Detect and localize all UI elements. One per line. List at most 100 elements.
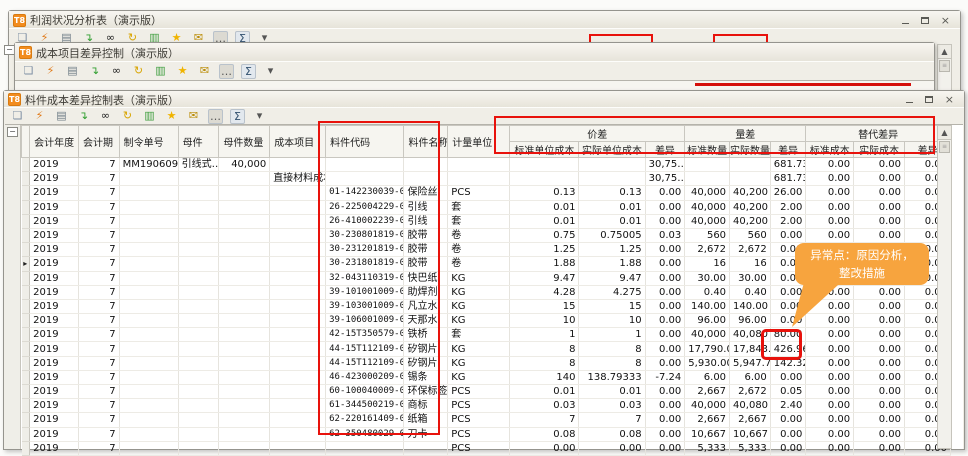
- sub-header-act-unit-cost[interactable]: 实际单位成本: [579, 142, 645, 158]
- cell-cost-item[interactable]: [270, 413, 326, 427]
- cell-act-cost[interactable]: 0.00: [854, 427, 905, 441]
- cell-material-name[interactable]: [404, 158, 448, 172]
- cell-qty-diff[interactable]: 0.05: [770, 385, 806, 399]
- cell-parent-qty[interactable]: [219, 413, 270, 427]
- cell-material-name[interactable]: 引线: [404, 214, 448, 228]
- cell-act-unit-cost[interactable]: 1: [579, 328, 645, 342]
- cell-price-diff[interactable]: 0.00: [645, 214, 685, 228]
- cell-std-cost[interactable]: 0.00: [806, 228, 854, 242]
- cell-cost-item[interactable]: [270, 285, 326, 299]
- cell-material-code[interactable]: 60-100040009-00A1: [326, 385, 404, 399]
- cell-act-qty[interactable]: 96.00: [730, 314, 771, 328]
- cell-parent-item[interactable]: [178, 243, 219, 257]
- cell-fiscal-year[interactable]: 2019: [30, 427, 79, 441]
- cell-act-unit-cost[interactable]: 0.00: [579, 441, 645, 455]
- cell-order-no[interactable]: [119, 285, 178, 299]
- cell-unit[interactable]: KG: [448, 356, 510, 370]
- copy-icon[interactable]: ❏: [10, 109, 25, 124]
- cell-price-diff[interactable]: 0.00: [645, 441, 685, 455]
- cell-std-qty[interactable]: 6.00: [685, 370, 730, 384]
- cell-cost-item[interactable]: [270, 427, 326, 441]
- close-button[interactable]: ×: [945, 95, 954, 104]
- cell-parent-item[interactable]: [178, 399, 219, 413]
- cell-cost-item[interactable]: [270, 314, 326, 328]
- cell-std-cost[interactable]: 0.00: [806, 441, 854, 455]
- table-row[interactable]: 2019 7 01-142230039-00TB 保险丝 PCS 0.13 0.…: [22, 186, 951, 200]
- cell-act-unit-cost[interactable]: 7: [579, 413, 645, 427]
- cell-order-no[interactable]: [119, 271, 178, 285]
- col-header-order-no[interactable]: 制令单号: [119, 126, 178, 158]
- cell-qty-diff[interactable]: 0.00: [770, 228, 806, 242]
- cell-period[interactable]: 7: [78, 299, 119, 313]
- dropdown-icon[interactable]: ▾: [252, 109, 267, 124]
- cell-parent-item[interactable]: [178, 441, 219, 455]
- cell-parent-qty[interactable]: [219, 200, 270, 214]
- cell-material-name[interactable]: 环保标签: [404, 385, 448, 399]
- cell-std-qty[interactable]: 2,672: [685, 243, 730, 257]
- mail-icon[interactable]: ✉: [197, 64, 212, 79]
- cell-act-cost[interactable]: 0.00: [854, 285, 905, 299]
- cell-order-no[interactable]: [119, 228, 178, 242]
- scroll-up-button[interactable]: ▲: [938, 45, 951, 59]
- cell-std-qty[interactable]: 5,333: [685, 441, 730, 455]
- cell-unit[interactable]: PCS: [448, 427, 510, 441]
- cell-material-code[interactable]: 32-043110319-00A1: [326, 271, 404, 285]
- cell-std-qty[interactable]: 0.40: [685, 285, 730, 299]
- cell-act-qty[interactable]: 5,947.79: [730, 356, 771, 370]
- cell-std-qty[interactable]: 40,000: [685, 328, 730, 342]
- cell-act-qty[interactable]: 17,843.37: [730, 342, 771, 356]
- cell-act-unit-cost[interactable]: 10: [579, 314, 645, 328]
- cell-parent-item[interactable]: [178, 172, 219, 186]
- cell-unit[interactable]: [448, 172, 510, 186]
- cell-material-code[interactable]: 39-106001009-00A1: [326, 314, 404, 328]
- cell-material-name[interactable]: 快巴纸: [404, 271, 448, 285]
- cell-act-qty[interactable]: [730, 158, 771, 172]
- cell-std-qty[interactable]: 560: [685, 228, 730, 242]
- flash-icon[interactable]: ⚡: [43, 64, 58, 79]
- cell-std-cost[interactable]: 0.00: [806, 413, 854, 427]
- cell-fiscal-year[interactable]: 2019: [30, 328, 79, 342]
- cell-price-diff[interactable]: 30,75…: [645, 158, 685, 172]
- cell-fiscal-year[interactable]: 2019: [30, 158, 79, 172]
- cell-std-unit-cost[interactable]: 0.01: [510, 214, 579, 228]
- cell-act-qty[interactable]: 560: [730, 228, 771, 242]
- cell-unit[interactable]: [448, 158, 510, 172]
- cell-material-name[interactable]: 胶带: [404, 228, 448, 242]
- cell-cost-item[interactable]: 直接材料成本: [270, 172, 326, 186]
- cell-parent-item[interactable]: [178, 413, 219, 427]
- cell-act-qty[interactable]: 2,667: [730, 413, 771, 427]
- cell-price-diff[interactable]: 0.00: [645, 427, 685, 441]
- cell-std-unit-cost[interactable]: 0.01: [510, 385, 579, 399]
- cell-std-unit-cost[interactable]: [510, 172, 579, 186]
- cell-period[interactable]: 7: [78, 228, 119, 242]
- sub-header-act-qty[interactable]: 实际数量: [730, 142, 771, 158]
- favorite-icon[interactable]: ★: [175, 64, 190, 79]
- titlebar-profit-analysis[interactable]: T8 利润状况分析表（演示版） ×: [9, 11, 960, 28]
- cell-std-unit-cost[interactable]: 0.01: [510, 200, 579, 214]
- cell-std-cost[interactable]: 0.00: [806, 342, 854, 356]
- cell-act-cost[interactable]: 0.00: [854, 299, 905, 313]
- cell-act-cost[interactable]: 0.00: [854, 441, 905, 455]
- cell-std-cost[interactable]: 0.00: [806, 370, 854, 384]
- table-row[interactable]: 2019 7 62-350480029-00A1 刀卡 PCS 0.08 0.0…: [22, 427, 951, 441]
- cell-std-qty[interactable]: 40,000: [685, 214, 730, 228]
- cell-material-code[interactable]: [326, 158, 404, 172]
- cell-std-qty[interactable]: 16: [685, 257, 730, 271]
- cell-material-name[interactable]: 天那水: [404, 314, 448, 328]
- cell-order-no[interactable]: [119, 214, 178, 228]
- cell-std-cost[interactable]: 0.00: [806, 158, 854, 172]
- cell-std-unit-cost[interactable]: 0.75: [510, 228, 579, 242]
- cell-parent-qty[interactable]: [219, 228, 270, 242]
- col-header-parent-item[interactable]: 母件: [178, 126, 219, 158]
- cell-act-cost[interactable]: 0.00: [854, 158, 905, 172]
- cell-qty-diff[interactable]: 80.00: [770, 328, 806, 342]
- cell-act-unit-cost[interactable]: [579, 158, 645, 172]
- cell-parent-item[interactable]: [178, 427, 219, 441]
- cell-order-no[interactable]: [119, 342, 178, 356]
- sub-header-price-diff[interactable]: 差异: [645, 142, 685, 158]
- cell-act-qty[interactable]: 30.00: [730, 271, 771, 285]
- cell-act-qty[interactable]: 40,080: [730, 399, 771, 413]
- cell-act-unit-cost[interactable]: 8: [579, 356, 645, 370]
- cell-std-cost[interactable]: 0.00: [806, 172, 854, 186]
- cell-price-diff[interactable]: 0.00: [645, 257, 685, 271]
